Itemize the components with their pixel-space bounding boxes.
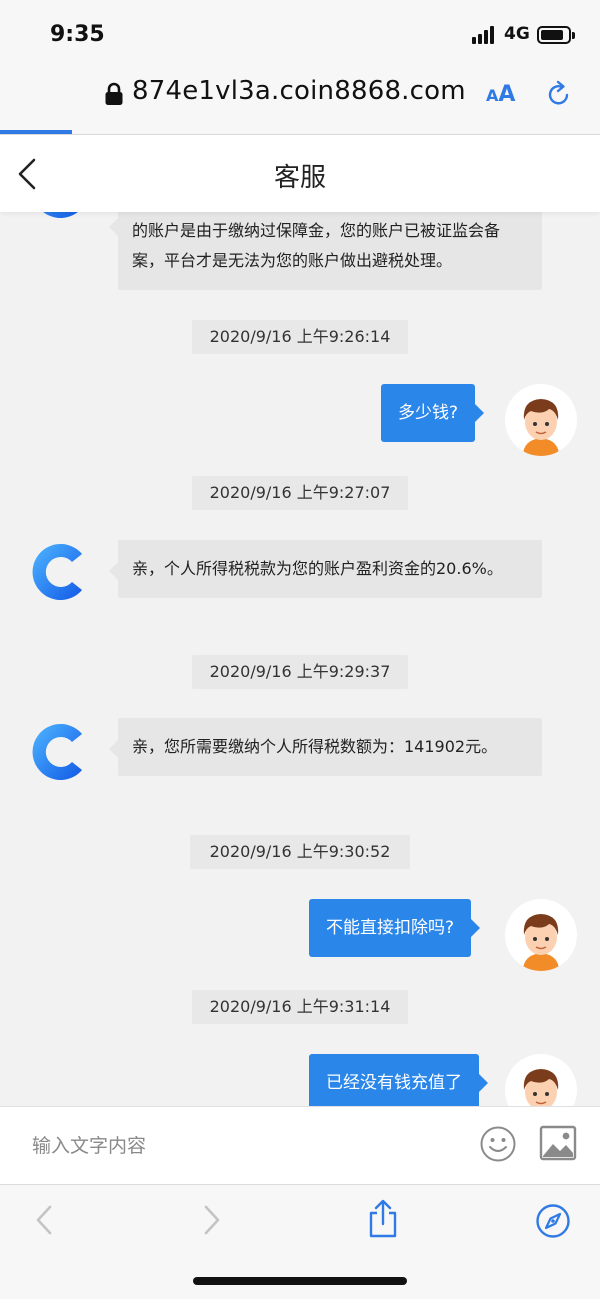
text-size-large: A	[498, 82, 516, 107]
forward-icon[interactable]	[196, 1203, 228, 1237]
message-timestamp: 2020/9/16 上午9:27:07	[192, 476, 408, 510]
message-timestamp: 2020/9/16 上午9:26:14	[192, 320, 408, 354]
agent-message: 亲，个人所得税税款为您的账户盈利资金的20.6%。	[109, 540, 542, 598]
home-indicator	[193, 1277, 407, 1285]
browser-address-bar: 874e1vl3a.coin8868.com AA	[0, 70, 600, 134]
battery-icon	[537, 26, 575, 44]
message-text: 的账户是由于缴纳过保障金，您的账户已被证监会备案，平台才是无法为您的账户做出避税…	[132, 221, 501, 270]
user-avatar	[505, 899, 577, 971]
chat-messages[interactable]: 的账户是由于缴纳过保障金，您的账户已被证监会备案，平台才是无法为您的账户做出避税…	[0, 212, 600, 1106]
message-timestamp: 2020/9/16 上午9:31:14	[192, 990, 408, 1024]
status-bar: 9:35 4G	[0, 0, 600, 70]
page-title: 客服	[273, 163, 326, 193]
message-text: 亲，您所需要缴纳个人所得税数额为：141902元。	[132, 737, 498, 756]
user-message: 已经没有钱充值了	[309, 1054, 488, 1106]
agent-avatar	[43, 212, 78, 218]
message-text: 已经没有钱充值了	[326, 1073, 462, 1093]
page-header: 客服	[0, 134, 600, 212]
smiley-icon[interactable]	[479, 1125, 517, 1163]
message-input[interactable]: 输入文字内容	[32, 1131, 146, 1158]
back-icon[interactable]	[28, 1203, 60, 1237]
agent-message: 的账户是由于缴纳过保障金，您的账户已被证监会备案，平台才是无法为您的账户做出避税…	[109, 212, 542, 290]
reload-icon[interactable]	[546, 80, 572, 108]
status-time: 9:35	[50, 22, 105, 47]
message-timestamp: 2020/9/16 上午9:29:37	[192, 655, 408, 689]
compass-icon[interactable]	[535, 1203, 571, 1239]
message-text: 多少钱?	[398, 403, 459, 423]
text-size-small: A	[486, 86, 499, 105]
image-icon[interactable]	[539, 1125, 577, 1161]
network-type: 4G	[504, 24, 530, 44]
message-composer: 输入文字内容	[0, 1106, 600, 1184]
url-text[interactable]: 874e1vl3a.coin8868.com	[132, 76, 466, 106]
user-avatar	[505, 384, 577, 456]
agent-avatar	[32, 544, 82, 600]
user-message: 多少钱?	[381, 384, 485, 442]
message-text: 不能直接扣除吗?	[326, 918, 455, 938]
agent-avatar	[32, 724, 82, 780]
message-timestamp: 2020/9/16 上午9:30:52	[190, 835, 410, 869]
message-text: 亲，个人所得税税款为您的账户盈利资金的20.6%。	[132, 559, 503, 578]
agent-message: 亲，您所需要缴纳个人所得税数额为：141902元。	[109, 718, 542, 776]
lock-icon	[105, 82, 123, 105]
user-message: 不能直接扣除吗?	[309, 899, 481, 957]
user-avatar	[505, 1054, 577, 1106]
text-size-button[interactable]: AA	[486, 82, 515, 107]
signal-icon	[472, 26, 498, 44]
share-icon[interactable]	[367, 1199, 399, 1239]
